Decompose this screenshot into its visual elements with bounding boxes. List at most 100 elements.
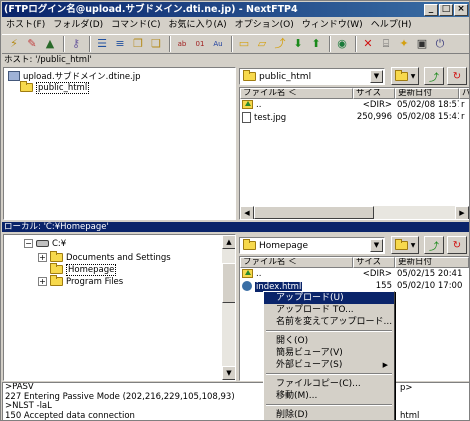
local-tree-documents[interactable]: + Documents and Settings — [38, 251, 171, 263]
scroll-down-icon[interactable]: ▼ — [222, 366, 235, 380]
file-size: 250,996 — [356, 112, 392, 122]
auto-mode-icon[interactable]: Au — [210, 36, 226, 52]
expand-icon[interactable]: + — [38, 253, 47, 262]
list-view-icon[interactable]: ☰ — [94, 36, 110, 52]
parent-folder-icon — [242, 269, 253, 278]
upload-icon[interactable]: ⬆ — [308, 36, 324, 52]
new-file-icon[interactable]: ✦ — [396, 36, 412, 52]
folder-icon — [20, 81, 33, 92]
maximize-button[interactable]: □ — [439, 4, 453, 16]
detail-view-icon[interactable]: ≡ — [112, 36, 128, 52]
column-header-size[interactable]: サイズ — [353, 257, 395, 268]
menu-host[interactable]: ホスト(F) — [2, 18, 49, 33]
host-path-bar: ホスト: '/public_html' — [4, 55, 92, 65]
collapse-icon[interactable]: − — [24, 239, 33, 248]
quick-connect-icon[interactable]: ✎ — [24, 36, 40, 52]
remote-tree-folder-public-html[interactable]: public_html — [20, 81, 90, 94]
menu-item-open[interactable]: 開く(O) — [264, 335, 394, 347]
log-panel[interactable]: >PASV 227 Entering Passive Mode (202,216… — [2, 382, 469, 421]
column-header-perm[interactable]: パ — [459, 88, 469, 99]
menu-item-upload-to[interactable]: アップロード TO... — [264, 304, 394, 316]
menu-item-upload[interactable]: アップロード(U) — [264, 292, 394, 304]
local-refresh-button[interactable]: ↻ — [447, 236, 467, 254]
menu-favorites[interactable]: お気に入り(A) — [164, 18, 230, 33]
remote-tree-server[interactable]: upload.サブドメイン.dtine.jp — [8, 70, 141, 82]
new-folder-icon[interactable]: ▭ — [236, 36, 252, 52]
column-header-date[interactable]: 更新日付 — [395, 88, 459, 99]
window-controls: _ □ × — [424, 4, 468, 16]
paste-icon[interactable]: ❏ — [148, 36, 164, 52]
local-tree-homepage[interactable]: Homepage — [50, 263, 117, 276]
ascii-mode-icon[interactable]: ab — [174, 36, 190, 52]
local-folder-menu-button[interactable]: ▼ — [391, 236, 419, 254]
scroll-left-icon[interactable]: ◀ — [240, 206, 254, 219]
menu-help[interactable]: ヘルプ(H) — [367, 18, 416, 33]
toolbar-separator — [63, 36, 65, 52]
toolbar-separator — [329, 36, 331, 52]
submenu-arrow-icon: ▶ — [382, 361, 388, 369]
scroll-thumb[interactable] — [222, 263, 235, 303]
chevron-down-icon[interactable]: ▼ — [370, 70, 383, 83]
html-file-icon — [242, 281, 252, 291]
close-button[interactable]: × — [454, 4, 468, 16]
globe-icon[interactable]: ◉ — [334, 36, 350, 52]
menu-item-move[interactable]: 移動(M)... — [264, 390, 394, 402]
menu-options[interactable]: オプション(O) — [231, 18, 298, 33]
file-date: 05/02/08 18:57 — [397, 100, 459, 110]
local-tree-drive[interactable]: − C:¥ — [24, 238, 66, 249]
log-tail-text: html — [400, 411, 420, 421]
binary-mode-icon[interactable]: 01 — [192, 36, 208, 52]
menu-folder[interactable]: フォルダ(D) — [49, 18, 107, 33]
local-tree-panel[interactable]: − C:¥ + Documents and Settings Homepage … — [3, 234, 236, 381]
column-header-size[interactable]: サイズ — [353, 88, 395, 99]
download-icon[interactable]: ⬇ — [290, 36, 306, 52]
expand-icon[interactable]: + — [38, 277, 47, 286]
local-tree-label: Homepage — [66, 263, 117, 276]
file-name: index.html — [255, 281, 303, 292]
menu-window[interactable]: ウィンドウ(W) — [298, 18, 367, 33]
open-folder-icon[interactable]: ▱ — [254, 36, 270, 52]
key-icon[interactable]: ⚷ — [68, 36, 84, 52]
remote-tree-panel[interactable]: upload.サブドメイン.dtine.jp public_html — [3, 67, 236, 220]
properties-icon[interactable]: ▣ — [414, 36, 430, 52]
rename-icon[interactable]: ⌸ — [378, 36, 394, 52]
menu-item-external-viewer[interactable]: 外部ビューア(S) ▶ — [264, 359, 394, 371]
file-date: 05/02/08 15:41 — [397, 112, 459, 122]
connect-icon[interactable]: ⚡ — [6, 36, 22, 52]
toolbar-separator — [89, 36, 91, 52]
exit-icon[interactable]: ⏻ — [432, 36, 448, 52]
local-up-button[interactable]: ⤴ — [424, 236, 444, 254]
remote-file-list[interactable]: ファイル名 ＜ サイズ 更新日付 パ .. <DIR> 05/02/08 18:… — [239, 87, 469, 220]
column-header-name[interactable]: ファイル名 ＜ — [240, 257, 353, 268]
column-header-date[interactable]: 更新日付 — [395, 257, 469, 268]
delete-icon[interactable]: ✕ — [360, 36, 376, 52]
disconnect-icon[interactable]: ▲ — [42, 36, 58, 52]
menu-item-file-copy[interactable]: ファイルコピー(C)... — [264, 378, 394, 390]
remote-refresh-button[interactable]: ↻ — [447, 67, 467, 85]
table-row[interactable]: .. <DIR> 05/02/15 20:41 — [240, 269, 469, 280]
remote-path-combo[interactable]: public_html ▼ — [239, 68, 385, 85]
table-row[interactable]: test.jpg 250,996 05/02/08 15:41 r — [240, 112, 469, 123]
column-header-name[interactable]: ファイル名 ＜ — [240, 88, 353, 99]
file-name-cell: .. — [240, 100, 353, 111]
copy-icon[interactable]: ❐ — [130, 36, 146, 52]
local-path-value: Homepage — [259, 240, 309, 251]
scroll-thumb[interactable] — [254, 206, 374, 219]
remote-up-button[interactable]: ⤴ — [424, 67, 444, 85]
remote-folder-menu-button[interactable]: ▼ — [391, 67, 419, 85]
local-tree-program-files[interactable]: + Program Files — [38, 275, 123, 287]
toolbar-separator — [231, 36, 233, 52]
folder-up-icon[interactable]: ⤴ — [272, 36, 288, 52]
table-row[interactable]: .. <DIR> 05/02/08 18:57 r — [240, 100, 469, 111]
menu-item-delete[interactable]: 削除(D) — [264, 409, 394, 420]
minimize-button[interactable]: _ — [424, 4, 438, 16]
local-path-combo[interactable]: Homepage ▼ — [239, 237, 385, 254]
scroll-right-icon[interactable]: ▶ — [455, 206, 469, 219]
scroll-up-icon[interactable]: ▲ — [222, 235, 235, 249]
menu-item-simple-viewer[interactable]: 簡易ビューア(V) — [264, 347, 394, 359]
remote-horizontal-scrollbar[interactable]: ◀ ▶ — [240, 205, 469, 219]
menu-item-rename-upload[interactable]: 名前を変えてアップロード... — [264, 316, 394, 328]
menu-command[interactable]: コマンド(C) — [107, 18, 164, 33]
local-tree-vertical-scrollbar[interactable]: ▲ ▼ — [222, 235, 235, 380]
chevron-down-icon[interactable]: ▼ — [370, 239, 383, 252]
